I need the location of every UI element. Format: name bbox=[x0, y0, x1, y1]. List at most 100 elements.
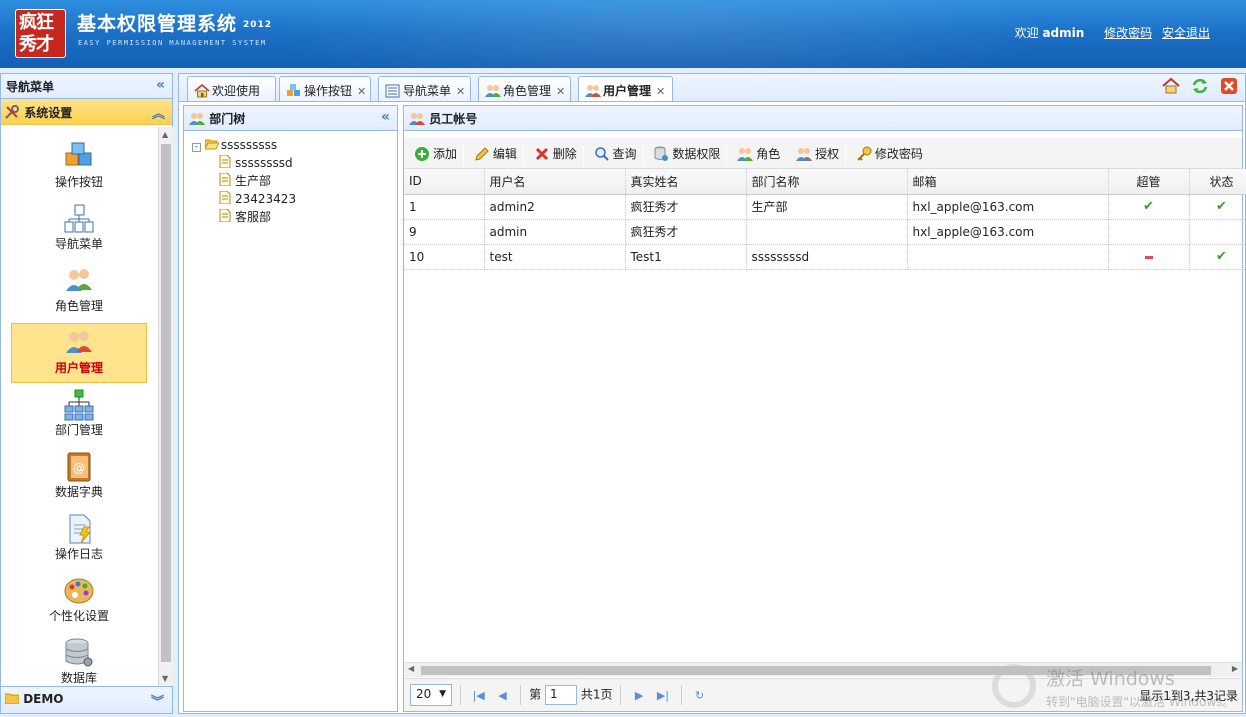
home-icon[interactable] bbox=[1161, 77, 1181, 97]
expand-down-icon[interactable]: ︾ bbox=[151, 691, 164, 710]
scroll-up-arrow-icon[interactable]: ▲ bbox=[162, 130, 168, 139]
cell-dept bbox=[746, 219, 908, 245]
toolbar-separator bbox=[845, 144, 847, 165]
nav-item-role-management[interactable]: 角色管理 bbox=[11, 261, 147, 321]
change-password-link[interactable]: 修改密码 bbox=[1104, 26, 1152, 40]
add-button[interactable]: 添加 bbox=[408, 143, 463, 163]
table-row[interactable]: 9 admin 疯狂秀才 hxl_apple@163.com bbox=[404, 219, 1246, 245]
close-icon[interactable]: ✕ bbox=[556, 85, 565, 98]
tree-collapse-icon[interactable]: - bbox=[192, 143, 201, 152]
first-page-icon[interactable]: |◀ bbox=[469, 689, 489, 702]
collapse-left-icon[interactable]: « bbox=[381, 109, 390, 125]
collapse-left-icon[interactable]: « bbox=[156, 77, 165, 93]
welcome-text: 欢迎 bbox=[1014, 26, 1039, 40]
pencil-icon bbox=[474, 146, 490, 162]
cell-status bbox=[1189, 219, 1246, 245]
nav-item-database[interactable]: 数据库 bbox=[11, 633, 147, 686]
cell-status: ✔ bbox=[1189, 244, 1246, 270]
search-button[interactable]: 查询 bbox=[588, 143, 643, 163]
key-icon bbox=[856, 146, 872, 162]
tree-node[interactable]: 客服部 bbox=[192, 208, 397, 226]
cell-email: hxl_apple@163.com bbox=[907, 194, 1109, 220]
user-group-icon bbox=[585, 84, 601, 98]
delete-button[interactable]: 删除 bbox=[528, 143, 583, 163]
authorize-button[interactable]: 授权 bbox=[790, 143, 845, 163]
pager-separator bbox=[620, 685, 622, 705]
refresh-icon[interactable] bbox=[1190, 77, 1210, 97]
data-permission-button[interactable]: 数据权限 bbox=[647, 143, 726, 163]
tree-node-label: 23423423 bbox=[235, 192, 297, 206]
tree-node-label: sssssssss bbox=[220, 138, 278, 152]
nav-scrollbar[interactable]: ▲ ▼ bbox=[158, 127, 173, 686]
header-decoration bbox=[260, 0, 1060, 68]
role-button[interactable]: 角色 bbox=[731, 143, 786, 163]
folder-icon bbox=[4, 692, 20, 705]
tools-icon bbox=[4, 104, 20, 120]
tab-role-management[interactable]: 角色管理 ✕ bbox=[478, 76, 571, 102]
column-header-id[interactable]: ID bbox=[404, 169, 485, 195]
org-chart-icon bbox=[62, 389, 96, 421]
tree-node[interactable]: 生产部 bbox=[192, 172, 397, 190]
cell-dept: 生产部 bbox=[746, 194, 908, 220]
table-row[interactable]: 10 test Test1 ssssssssd ✔ bbox=[404, 244, 1246, 270]
prev-page-icon[interactable]: ◀ bbox=[492, 689, 512, 702]
cell-admin bbox=[1108, 244, 1190, 270]
tab-label: 导航菜单 bbox=[403, 84, 452, 98]
nav-item-operation-log[interactable]: 操作日志 bbox=[11, 509, 147, 569]
scroll-down-arrow-icon[interactable]: ▼ bbox=[162, 674, 168, 683]
check-icon: ✔ bbox=[1143, 199, 1154, 214]
tab-nav-menu[interactable]: 导航菜单 ✕ bbox=[378, 76, 471, 102]
column-header-realname[interactable]: 真实姓名 bbox=[625, 169, 747, 195]
collapse-up-icon[interactable]: ︽ bbox=[152, 103, 165, 122]
nav-scroll-thumb[interactable] bbox=[161, 144, 171, 662]
tab-welcome[interactable]: 欢迎使用 bbox=[187, 76, 276, 102]
column-header-email[interactable]: 邮箱 bbox=[907, 169, 1109, 195]
tab-user-management[interactable]: 用户管理 ✕ bbox=[578, 76, 673, 103]
database-icon bbox=[62, 637, 96, 669]
nav-item-personalization[interactable]: 个性化设置 bbox=[11, 571, 147, 631]
tab-operation-buttons[interactable]: 操作按钮 ✕ bbox=[279, 76, 371, 102]
tree-node[interactable]: 23423423 bbox=[192, 190, 397, 208]
refresh-icon[interactable]: ↻ bbox=[690, 689, 710, 702]
table-row[interactable]: 1 admin2 疯狂秀才 生产部 hxl_apple@163.com ✔ ✔ bbox=[404, 194, 1246, 220]
cell-username: admin bbox=[484, 219, 626, 245]
nav-item-nav-menu[interactable]: 导航菜单 bbox=[11, 199, 147, 259]
nav-item-dept-management[interactable]: 部门管理 bbox=[11, 385, 147, 445]
page-size-select[interactable]: 20 ▼ bbox=[410, 684, 452, 706]
tree-node-root[interactable]: - sssssssss bbox=[192, 136, 397, 154]
scroll-left-arrow-icon[interactable]: ◀ bbox=[408, 664, 414, 673]
tab-label: 操作按钮 bbox=[304, 84, 353, 98]
tree-node-label: 生产部 bbox=[235, 174, 272, 188]
cubes-icon bbox=[286, 84, 302, 98]
column-header-status[interactable]: 状态 bbox=[1189, 169, 1246, 195]
logout-link[interactable]: 安全退出 bbox=[1162, 26, 1210, 40]
change-password-button[interactable]: 修改密码 bbox=[850, 143, 929, 163]
nav-item-user-management[interactable]: 用户管理 bbox=[11, 323, 147, 383]
nav-item-operation-buttons[interactable]: 操作按钮 bbox=[11, 137, 147, 197]
accordion-label: 系统设置 bbox=[24, 106, 73, 120]
close-icon[interactable]: ✕ bbox=[456, 85, 465, 98]
cell-username: test bbox=[484, 244, 626, 270]
app-year: 2012 bbox=[243, 19, 273, 30]
page-number-input[interactable]: 1 bbox=[544, 685, 577, 705]
edit-button[interactable]: 编辑 bbox=[468, 143, 523, 163]
close-icon[interactable]: ✕ bbox=[656, 85, 665, 98]
accordion-system-settings[interactable]: 系统设置 ︽ bbox=[1, 99, 172, 125]
close-all-icon[interactable] bbox=[1219, 77, 1239, 97]
nav-item-label: 部门管理 bbox=[54, 423, 103, 437]
file-icon bbox=[219, 154, 233, 169]
accordion-demo[interactable]: DEMO ︾ bbox=[1, 686, 172, 713]
column-header-admin[interactable]: 超管 bbox=[1108, 169, 1190, 195]
nav-item-data-dictionary[interactable]: @ 数据字典 bbox=[11, 447, 147, 507]
next-page-icon[interactable]: ▶ bbox=[629, 689, 649, 702]
sitemap-icon bbox=[62, 203, 96, 235]
tab-label: 用户管理 bbox=[603, 84, 652, 98]
tree-node-label: ssssssssd bbox=[235, 156, 293, 170]
close-icon[interactable]: ✕ bbox=[357, 85, 366, 98]
last-page-icon[interactable]: ▶| bbox=[653, 689, 673, 702]
column-header-username[interactable]: 用户名 bbox=[484, 169, 626, 195]
cell-email bbox=[907, 244, 1109, 270]
cell-id: 10 bbox=[404, 244, 485, 270]
column-header-dept[interactable]: 部门名称 bbox=[746, 169, 908, 195]
tree-node[interactable]: ssssssssd bbox=[192, 154, 397, 172]
